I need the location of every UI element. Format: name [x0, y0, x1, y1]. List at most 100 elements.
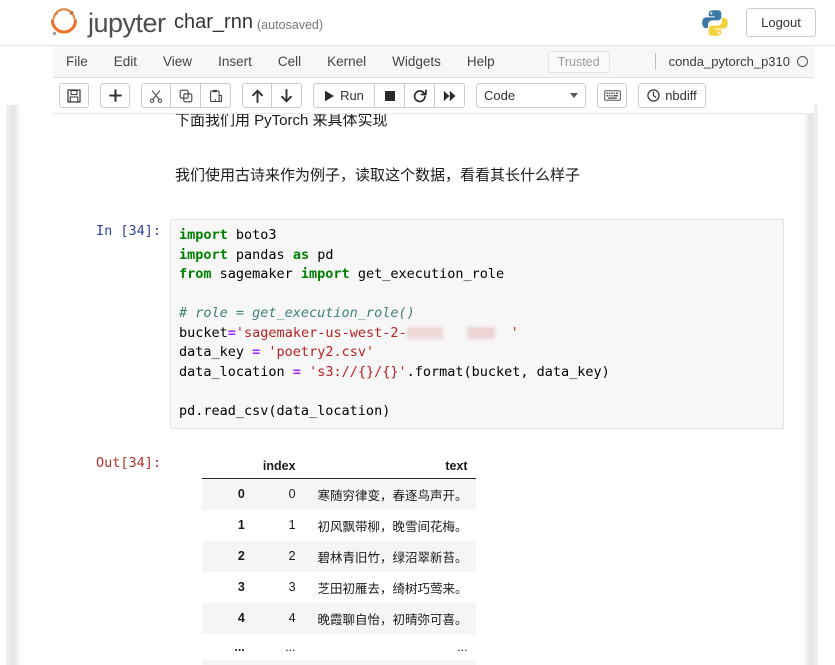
code-source: import boto3 import pandas as pd from sa…	[179, 226, 783, 422]
notebook-header: jupyter char_rnn (autosaved) Logout	[0, 0, 835, 46]
table-row: 1 1 初风飘带柳，晚雪间花梅。	[202, 509, 476, 541]
table-row: 2 2 碧林青旧竹，绿沼翠新苔。	[202, 540, 476, 572]
dataframe-head: index text	[202, 452, 476, 479]
code-l8-op: =	[292, 363, 301, 380]
dataframe-table: index text 0 0 寒随穷律变，春逐鸟声开。 1 1 初风飘带柳，晚雪…	[202, 452, 476, 665]
menu-view[interactable]: View	[150, 46, 205, 77]
menu-file[interactable]: File	[53, 46, 101, 77]
paste-cells-button[interactable]	[201, 83, 231, 108]
code-editor[interactable]: import boto3 import pandas as pd from sa…	[170, 219, 784, 429]
nbdiff-label: nbdiff	[665, 88, 697, 103]
cell-type-select[interactable]: Code	[476, 83, 586, 108]
menu-help[interactable]: Help	[454, 46, 508, 77]
row-index-label: 4	[237, 611, 245, 626]
cell-text: 碧林青旧竹，绿沼翠新苔。	[317, 550, 468, 565]
copy-cells-button[interactable]	[171, 83, 201, 108]
plus-icon	[108, 89, 122, 102]
code-l7-str: 'poetry2.csv'	[260, 344, 375, 361]
code-l3-mid: sagemaker	[211, 266, 301, 283]
fast-forward-icon	[443, 90, 455, 101]
cell-output-area: Out[34]: index text 0 0 寒随穷律变，春逐鸟声开。 1 1…	[20, 451, 804, 665]
row-index-label: 2	[237, 549, 245, 564]
menu-edit[interactable]: Edit	[101, 46, 150, 77]
row-index-label: 1	[237, 518, 245, 533]
menu-widgets[interactable]: Widgets	[379, 46, 454, 77]
restart-kernel-button[interactable]	[405, 83, 435, 108]
save-floppy-icon	[67, 88, 81, 103]
cell-text: 初风飘带柳，晚雪间花梅。	[317, 519, 468, 534]
run-cell-button[interactable]: Run	[313, 83, 375, 108]
row-index-label: 72509	[202, 660, 253, 665]
toolbar-group-save	[59, 83, 89, 108]
dataframe-output: index text 0 0 寒随穷律变，春逐鸟声开。 1 1 初风飘带柳，晚雪…	[170, 451, 804, 665]
cut-cells-button[interactable]	[141, 83, 171, 108]
cell-index: 72509	[253, 660, 304, 665]
toolbar-group-keyboard	[597, 83, 627, 108]
menu-insert[interactable]: Insert	[205, 46, 265, 77]
code-l2-rest: pd	[309, 246, 334, 263]
cell-text: 芝田初雁去，绮树巧莺来。	[317, 581, 468, 596]
autosave-status: (autosaved)	[257, 18, 324, 32]
cell-index: 0	[288, 487, 296, 502]
markdown-cell-description[interactable]: 我们使用古诗来作为例子，读取这个数据，看看其长什么样子	[20, 165, 804, 188]
insert-cell-below-button[interactable]	[100, 83, 130, 108]
jupyter-brand[interactable]: jupyter	[47, 6, 166, 40]
kernel-name-label: conda_pytorch_p310	[668, 54, 790, 69]
cell-text: 晚霞聊自怡，初晴弥可喜。	[317, 612, 468, 627]
code-l10: pd.read_csv(data_location)	[179, 403, 391, 420]
kw-import-1: import	[179, 227, 228, 243]
save-button[interactable]	[59, 83, 89, 108]
table-row: 0 0 寒随穷律变，春逐鸟声开。	[202, 478, 476, 510]
cell-text: 寒随穷律变，春逐鸟声开。	[317, 488, 468, 503]
notebook-body: 下面我们用 PyTorch 来具体实现 我们使用古诗来作为例子，读取这个数据，看…	[20, 114, 804, 665]
kernel-separator	[654, 53, 656, 70]
code-l6-name: bucket	[179, 324, 228, 341]
stop-square-icon	[384, 90, 395, 101]
menu-cell[interactable]: Cell	[265, 46, 314, 77]
table-row: 4 4 晚霞聊自怡，初晴弥可喜。	[202, 602, 476, 634]
code-l6-op: =	[227, 324, 236, 341]
cell-type-value: Code	[484, 88, 516, 103]
clock-circle-icon	[647, 89, 660, 102]
nbdiff-button[interactable]: nbdiff	[638, 83, 706, 108]
move-cell-down-button[interactable]	[272, 83, 302, 108]
arrow-down-icon	[281, 88, 292, 102]
code-l7-name: data_key	[179, 344, 253, 361]
code-l6-str: 'sagemaker-us-west-2-	[235, 324, 407, 341]
toolbar-group-clipboard	[141, 83, 231, 108]
notebook-title[interactable]: char_rnn	[174, 11, 253, 34]
code-cell: In [34]: import boto3 import pandas as p…	[20, 219, 804, 429]
toolbar-group-move	[242, 83, 302, 108]
code-l8-name: data_location	[179, 363, 293, 380]
toolbar-group-nbdiff: nbdiff	[638, 83, 706, 108]
input-prompt: In [34]:	[95, 223, 161, 239]
paste-icon	[209, 89, 222, 102]
row-index-label: 3	[237, 580, 245, 595]
right-scroll-gutter	[804, 105, 818, 665]
command-palette-button[interactable]	[597, 83, 627, 108]
menubar: File Edit View Insert Cell Kernel Widget…	[53, 46, 814, 78]
move-cell-up-button[interactable]	[242, 83, 272, 108]
python-logo-icon	[700, 8, 730, 38]
logout-button[interactable]: Logout	[746, 8, 816, 37]
toolbar-group-insert	[100, 83, 130, 108]
copy-icon	[179, 89, 192, 102]
cell-index: ...	[285, 639, 296, 654]
restart-and-run-all-button[interactable]	[435, 83, 465, 108]
trusted-badge[interactable]: Trusted	[547, 50, 610, 73]
markdown-cell-intro[interactable]: 下面我们用 PyTorch 来具体实现	[20, 114, 804, 133]
menu-kernel[interactable]: Kernel	[314, 46, 379, 77]
left-scroll-gutter	[6, 105, 20, 665]
row-index-label: ...	[234, 639, 245, 654]
interrupt-kernel-button[interactable]	[375, 83, 405, 108]
row-index-label: 0	[237, 487, 245, 502]
kernel-idle-circle-icon	[797, 56, 808, 67]
code-comment-role: # role = get_execution_role()	[179, 305, 415, 322]
jupyter-notebook-page: jupyter char_rnn (autosaved) Logout File…	[0, 0, 835, 665]
kw-import-3: import	[300, 266, 350, 283]
cell-text: 欹枕悄无言，月和残梦圆。	[304, 660, 476, 665]
code-l6-str-end: '	[510, 324, 519, 341]
kw-as: as	[292, 246, 310, 263]
table-row: 3 3 芝田初雁去，绮树巧莺来。	[202, 571, 476, 603]
cell-index: 4	[288, 611, 296, 626]
